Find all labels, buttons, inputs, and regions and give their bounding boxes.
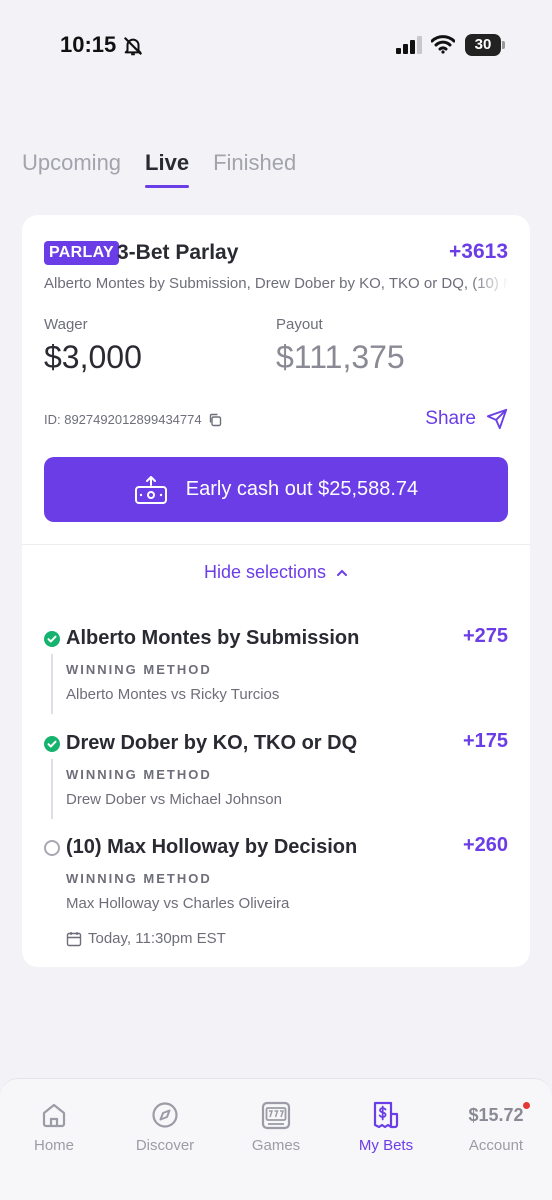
payout-label: Payout bbox=[276, 316, 323, 333]
share-label: Share bbox=[425, 408, 476, 429]
tab-live[interactable]: Live bbox=[145, 150, 190, 188]
cash-out-label: Early cash out $25,588.74 bbox=[185, 478, 419, 500]
selection-matchup: Drew Dober vs Michael Johnson bbox=[66, 791, 282, 808]
selection-market: WINNING METHOD bbox=[66, 871, 212, 886]
bet-status-tabs: Upcoming Live Finished bbox=[22, 150, 296, 188]
home-icon bbox=[42, 1103, 66, 1128]
bet-id: ID: 8927492012899434774 bbox=[44, 412, 222, 427]
selection-matchup: Max Holloway vs Charles Oliveira bbox=[66, 895, 290, 912]
payout-value: $111,375 bbox=[276, 339, 405, 375]
nav-my-bets[interactable]: My Bets bbox=[336, 1099, 436, 1154]
nav-account-label: Account bbox=[468, 1137, 524, 1154]
wager-label: Wager bbox=[44, 316, 88, 333]
bets-ticket-icon bbox=[373, 1101, 399, 1129]
legs-summary: Alberto Montes by Submission, Drew Dober… bbox=[44, 275, 508, 292]
compass-icon bbox=[152, 1102, 178, 1128]
check-circle-icon bbox=[44, 736, 60, 752]
nav-games-label: Games bbox=[251, 1137, 301, 1154]
selection-odds: +275 bbox=[462, 625, 508, 647]
parlay-odds: +3613 bbox=[449, 240, 508, 263]
wager-value: $3,000 bbox=[44, 339, 142, 375]
wifi-icon bbox=[431, 35, 455, 54]
bottom-navigation: Home Discover Games My Bets $15.72 Accou… bbox=[0, 1078, 552, 1200]
selection-title: (10) Max Holloway by Decision bbox=[66, 836, 358, 858]
divider bbox=[22, 544, 530, 545]
account-balance: $15.72 bbox=[468, 1099, 530, 1131]
status-time: 10:15 bbox=[60, 32, 117, 57]
notification-dot bbox=[522, 1102, 530, 1109]
status-bar: 10:15 30 bbox=[0, 0, 552, 90]
battery-indicator: 30 bbox=[465, 34, 505, 56]
nav-account[interactable]: $15.72 Account bbox=[446, 1099, 546, 1154]
selection-odds: +175 bbox=[462, 730, 508, 752]
hide-selections-label: Hide selections bbox=[203, 562, 327, 582]
nav-games[interactable]: Games bbox=[226, 1099, 326, 1154]
nav-my-bets-label: My Bets bbox=[358, 1137, 414, 1154]
event-time: Today, 11:30pm EST bbox=[66, 930, 226, 947]
bell-muted-icon bbox=[123, 36, 143, 56]
chevron-up-icon bbox=[336, 561, 348, 582]
nav-home[interactable]: Home bbox=[4, 1099, 104, 1154]
battery-level: 30 bbox=[465, 34, 501, 56]
nav-discover[interactable]: Discover bbox=[115, 1099, 215, 1154]
slot-machine-icon bbox=[261, 1101, 291, 1130]
cash-out-icon bbox=[134, 475, 167, 504]
selection-market: WINNING METHOD bbox=[66, 662, 212, 677]
tab-finished[interactable]: Finished bbox=[213, 150, 296, 188]
selection-title: Drew Dober by KO, TKO or DQ bbox=[66, 732, 358, 754]
selection-matchup: Alberto Montes vs Ricky Turcios bbox=[66, 686, 280, 703]
send-icon bbox=[486, 408, 508, 430]
selection-market: WINNING METHOD bbox=[66, 767, 212, 782]
parlay-badge: PARLAY bbox=[44, 241, 119, 265]
selection-item: Drew Dober by KO, TKO or DQ +175 WINNING… bbox=[44, 730, 508, 832]
selection-title: Alberto Montes by Submission bbox=[66, 627, 360, 649]
share-button[interactable]: Share bbox=[425, 408, 508, 430]
copy-icon[interactable] bbox=[208, 413, 222, 427]
tab-upcoming[interactable]: Upcoming bbox=[22, 150, 121, 188]
selection-item: (10) Max Holloway by Decision +260 WINNI… bbox=[44, 834, 508, 956]
selection-item: Alberto Montes by Submission +275 WINNIN… bbox=[44, 625, 508, 727]
calendar-icon bbox=[66, 931, 82, 946]
cell-signal-icon bbox=[396, 36, 422, 54]
hide-selections-toggle[interactable]: Hide selections bbox=[22, 562, 530, 583]
nav-discover-label: Discover bbox=[135, 1137, 195, 1154]
early-cash-out-button[interactable]: Early cash out $25,588.74 bbox=[44, 457, 508, 522]
pending-circle-icon bbox=[44, 840, 60, 856]
nav-home-label: Home bbox=[33, 1137, 74, 1154]
parlay-title: 3-Bet Parlay bbox=[117, 241, 239, 264]
event-time-text: Today, 11:30pm EST bbox=[88, 930, 226, 947]
selection-odds: +260 bbox=[462, 834, 508, 856]
check-circle-icon bbox=[44, 631, 60, 647]
parlay-header: PARLAY 3-Bet Parlay +3613 bbox=[44, 240, 508, 268]
timeline-connector bbox=[51, 759, 53, 819]
account-balance-text: $15.72 bbox=[468, 1105, 524, 1125]
bet-card: PARLAY 3-Bet Parlay +3613 Alberto Montes… bbox=[22, 215, 530, 967]
timeline-connector bbox=[51, 654, 53, 714]
bet-id-text: ID: 8927492012899434774 bbox=[44, 412, 202, 427]
